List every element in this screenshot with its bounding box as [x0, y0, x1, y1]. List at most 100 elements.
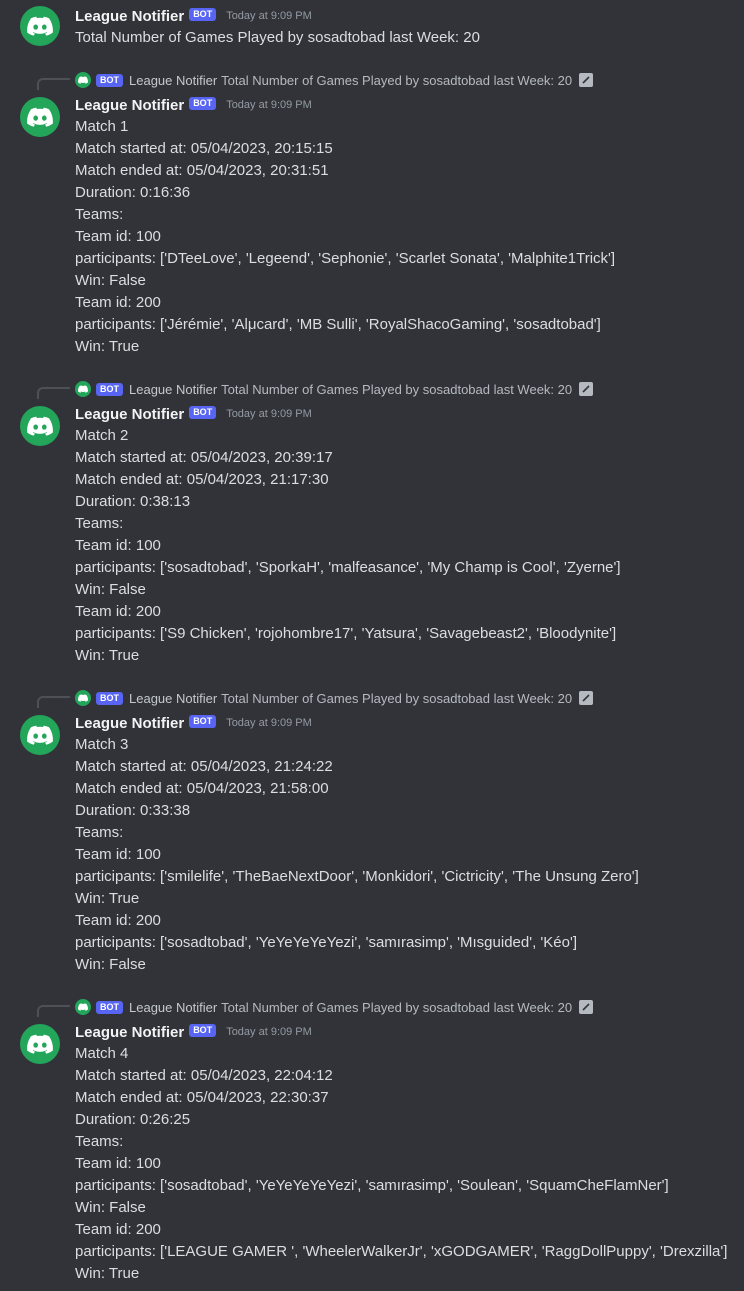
message-header: League Notifier BOT Today at 9:09 PM [75, 1021, 312, 1043]
message-text: Total Number of Games Played by sosadtob… [75, 29, 480, 46]
team-win: Win: True [75, 338, 140, 355]
username[interactable]: League Notifier [75, 8, 184, 25]
reply-avatar [75, 690, 91, 706]
bot-tag: BOT [189, 7, 217, 21]
timestamp[interactable]: Today at 9:09 PM [226, 717, 312, 729]
team-id: Team id: 100 [75, 228, 161, 245]
match-duration: Duration: 0:26:25 [75, 1111, 191, 1128]
message-total-games: League Notifier BOT Today at 9:09 PM Tot… [0, 0, 744, 60]
team-participants: participants: ['sosadtobad', 'YeYeYeYeYe… [75, 1177, 669, 1194]
reply-spine [37, 1005, 70, 1017]
image-icon [579, 73, 594, 87]
image-icon [579, 382, 594, 396]
reply-text[interactable]: Total Number of Games Played by sosadtob… [221, 1000, 572, 1015]
message-content: Total Number of Games Played by sosadtob… [75, 27, 736, 49]
teams-label: Teams: [75, 824, 124, 841]
chat-messages: League Notifier BOT Today at 9:09 PM Tot… [0, 0, 744, 1291]
match-title: Match 4 [75, 1045, 129, 1062]
discord-logo-icon [27, 1034, 53, 1054]
reply-bot-tag: BOT [96, 1000, 123, 1014]
match-title: Match 2 [75, 427, 129, 444]
avatar[interactable] [20, 97, 60, 137]
discord-logo-icon [78, 76, 88, 84]
reply-text[interactable]: Total Number of Games Played by sosadtob… [221, 691, 572, 706]
team-participants: participants: ['Jérémie', 'Alμcard', 'MB… [75, 316, 601, 333]
username[interactable]: League Notifier [75, 406, 184, 423]
avatar[interactable] [20, 6, 60, 46]
reply-preview[interactable]: BOT League Notifier Total Number of Game… [75, 998, 594, 1016]
match-end: Match ended at: 05/04/2023, 21:17:30 [75, 471, 329, 488]
discord-logo-icon [78, 694, 88, 702]
discord-logo-icon [78, 385, 88, 393]
reply-bot-tag: BOT [96, 73, 123, 87]
avatar[interactable] [20, 1024, 60, 1064]
match-end: Match ended at: 05/04/2023, 21:58:00 [75, 780, 329, 797]
timestamp[interactable]: Today at 9:09 PM [226, 1026, 312, 1038]
team-participants: participants: ['smilelife', 'TheBaeNextD… [75, 868, 639, 885]
match-end: Match ended at: 05/04/2023, 22:30:37 [75, 1089, 329, 1106]
message-content: Match 4 Match started at: 05/04/2023, 22… [75, 1043, 736, 1285]
match-start: Match started at: 05/04/2023, 20:15:15 [75, 140, 333, 157]
image-icon [579, 691, 594, 705]
team-id: Team id: 100 [75, 846, 161, 863]
username[interactable]: League Notifier [75, 1024, 184, 1041]
message-content: Match 3 Match started at: 05/04/2023, 21… [75, 734, 736, 976]
message-content: Match 1 Match started at: 05/04/2023, 20… [75, 116, 736, 358]
team-win: Win: True [75, 647, 140, 664]
discord-logo-icon [27, 107, 53, 127]
team-win: Win: False [75, 272, 146, 289]
match-duration: Duration: 0:16:36 [75, 184, 191, 201]
teams-label: Teams: [75, 1133, 124, 1150]
timestamp[interactable]: Today at 9:09 PM [226, 408, 312, 420]
reply-username[interactable]: League Notifier [129, 1000, 217, 1015]
message-content: Match 2 Match started at: 05/04/2023, 20… [75, 425, 736, 667]
message-header: League Notifier BOT Today at 9:09 PM [75, 5, 312, 27]
team-id: Team id: 100 [75, 537, 161, 554]
avatar[interactable] [20, 406, 60, 446]
team-win: Win: False [75, 956, 146, 973]
discord-logo-icon [27, 16, 53, 36]
username[interactable]: League Notifier [75, 715, 184, 732]
timestamp[interactable]: Today at 9:09 PM [226, 10, 312, 22]
team-id: Team id: 100 [75, 1155, 161, 1172]
bot-tag: BOT [189, 405, 217, 419]
team-id: Team id: 200 [75, 603, 161, 620]
teams-label: Teams: [75, 515, 124, 532]
discord-logo-icon [78, 1003, 88, 1011]
team-id: Team id: 200 [75, 912, 161, 929]
timestamp[interactable]: Today at 9:09 PM [226, 99, 312, 111]
match-duration: Duration: 0:38:13 [75, 493, 191, 510]
message-match-2: BOT League Notifier Total Number of Game… [0, 378, 744, 678]
message-header: League Notifier BOT Today at 9:09 PM [75, 94, 312, 116]
reply-text[interactable]: Total Number of Games Played by sosadtob… [221, 73, 572, 88]
team-participants: participants: ['S9 Chicken', 'rojohombre… [75, 625, 617, 642]
reply-preview[interactable]: BOT League Notifier Total Number of Game… [75, 71, 594, 89]
team-participants: participants: ['LEAGUE GAMER ', 'Wheeler… [75, 1243, 728, 1260]
team-participants: participants: ['sosadtobad', 'YeYeYeYeYe… [75, 934, 578, 951]
discord-logo-icon [27, 416, 53, 436]
reply-spine [37, 387, 70, 399]
avatar[interactable] [20, 715, 60, 755]
match-end: Match ended at: 05/04/2023, 20:31:51 [75, 162, 329, 179]
team-id: Team id: 200 [75, 1221, 161, 1238]
match-duration: Duration: 0:33:38 [75, 802, 191, 819]
reply-avatar [75, 381, 91, 397]
message-header: League Notifier BOT Today at 9:09 PM [75, 403, 312, 425]
reply-username[interactable]: League Notifier [129, 691, 217, 706]
team-win: Win: True [75, 1265, 140, 1282]
reply-text[interactable]: Total Number of Games Played by sosadtob… [221, 382, 572, 397]
reply-preview[interactable]: BOT League Notifier Total Number of Game… [75, 380, 594, 398]
team-win: Win: False [75, 581, 146, 598]
bot-tag: BOT [189, 96, 217, 110]
bot-tag: BOT [189, 714, 217, 728]
username[interactable]: League Notifier [75, 97, 184, 114]
message-match-1: BOT League Notifier Total Number of Game… [0, 69, 744, 369]
image-icon [579, 1000, 594, 1014]
match-start: Match started at: 05/04/2023, 21:24:22 [75, 758, 333, 775]
reply-bot-tag: BOT [96, 382, 123, 396]
reply-spine [37, 696, 70, 708]
reply-username[interactable]: League Notifier [129, 382, 217, 397]
reply-username[interactable]: League Notifier [129, 73, 217, 88]
team-win: Win: False [75, 1199, 146, 1216]
reply-preview[interactable]: BOT League Notifier Total Number of Game… [75, 689, 594, 707]
